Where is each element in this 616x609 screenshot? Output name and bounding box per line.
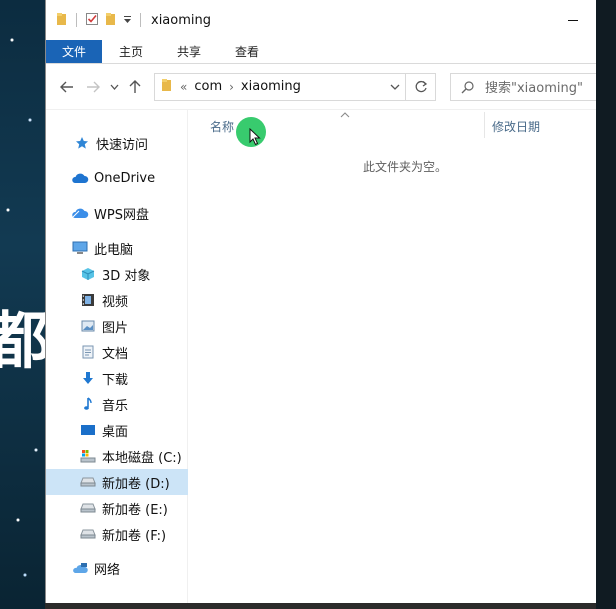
nav-item-label: 网络: [94, 562, 121, 578]
system-drive-icon: [79, 448, 97, 464]
forward-arrow-icon: [87, 81, 100, 92]
nav-item-documents[interactable]: 文档: [46, 339, 188, 365]
desktop-backdrop-right: [596, 0, 616, 609]
column-header-name[interactable]: 名称: [210, 118, 234, 135]
nav-item-label: 桌面: [102, 424, 129, 440]
window-bottom-edge: [45, 603, 596, 609]
title-bar: xiaoming: [46, 0, 596, 40]
nav-item-videos[interactable]: 视频: [46, 287, 188, 313]
refresh-icon: [415, 80, 427, 92]
folder-icon: [161, 78, 173, 96]
recent-locations-button[interactable]: [106, 74, 122, 100]
toolbar-separator: [76, 13, 77, 27]
nav-item-label: 文档: [102, 346, 129, 362]
nav-item-label: 快速访问: [96, 137, 149, 153]
nav-item-music[interactable]: 音乐: [46, 391, 188, 417]
computer-icon: [71, 240, 89, 256]
breadcrumb-overflow[interactable]: «: [180, 80, 187, 94]
nav-item-drive-d[interactable]: 新加卷 (D:): [46, 469, 188, 495]
explorer-body: 快速访问 OneDrive WPS网盘 此电脑 3D 对象 视频 图片 文档 下…: [46, 110, 596, 603]
file-explorer-window: xiaoming 文件 主页 共享 查看 « com › xiaoming 搜索…: [45, 0, 596, 603]
mouse-cursor-icon: [249, 128, 261, 146]
search-placeholder: 搜索"xiaoming": [485, 81, 583, 96]
column-header-date-modified[interactable]: 修改日期: [492, 118, 540, 135]
chevron-down-icon: [110, 84, 118, 90]
minimize-button[interactable]: [550, 0, 596, 40]
file-list-pane[interactable]: 名称 修改日期 此文件夹为空。: [188, 110, 596, 603]
breadcrumb-item[interactable]: com: [194, 79, 222, 94]
tab-share[interactable]: 共享: [160, 40, 218, 63]
chevron-right-icon[interactable]: ›: [229, 80, 234, 94]
nav-item-label: 3D 对象: [102, 268, 151, 284]
nav-item-label: 新加卷 (F:): [102, 528, 167, 544]
new-folder-icon[interactable]: [105, 12, 117, 29]
search-icon: [461, 80, 474, 93]
nav-item-label: OneDrive: [94, 170, 156, 186]
tab-home[interactable]: 主页: [102, 40, 160, 63]
nav-item-label: 新加卷 (D:): [102, 476, 170, 492]
sort-ascending-icon: [340, 108, 350, 121]
address-row: « com › xiaoming 搜索"xiaoming": [46, 64, 596, 110]
picture-icon: [79, 318, 97, 334]
film-icon: [79, 292, 97, 308]
nav-item-onedrive[interactable]: OneDrive: [46, 165, 188, 191]
address-dropdown-button[interactable]: [385, 80, 405, 93]
back-arrow-icon: [60, 81, 73, 92]
nav-item-wps-cloud[interactable]: WPS网盘: [46, 200, 188, 226]
nav-item-label: 新加卷 (E:): [102, 502, 168, 518]
back-button[interactable]: [54, 74, 80, 100]
background-overlay-text: 都: [0, 304, 51, 377]
star-icon: [73, 135, 91, 151]
properties-check-icon[interactable]: [85, 12, 99, 29]
drive-icon: [79, 500, 97, 516]
nav-item-label: 此电脑: [94, 242, 134, 258]
tab-file[interactable]: 文件: [46, 40, 103, 63]
nav-item-label: 音乐: [102, 398, 129, 414]
tab-view[interactable]: 查看: [218, 40, 276, 63]
nav-item-label: 本地磁盘 (C:): [102, 450, 182, 466]
desktop-icon: [79, 422, 97, 438]
drive-icon: [79, 474, 97, 490]
network-icon: [71, 560, 89, 576]
chevron-down-icon: [390, 84, 400, 90]
ribbon-tabs: 文件 主页 共享 查看: [46, 40, 596, 64]
nav-item-drive-c[interactable]: 本地磁盘 (C:): [46, 443, 188, 469]
refresh-button[interactable]: [406, 72, 436, 101]
download-arrow-icon: [79, 370, 97, 386]
up-button[interactable]: [122, 74, 148, 100]
document-icon: [79, 344, 97, 360]
nav-item-desktop[interactable]: 桌面: [46, 417, 188, 443]
nav-item-drive-f[interactable]: 新加卷 (F:): [46, 521, 188, 547]
breadcrumb-item[interactable]: xiaoming: [241, 79, 301, 94]
nav-item-label: 下载: [102, 372, 129, 388]
nav-item-quick-access[interactable]: 快速访问: [46, 130, 188, 156]
folder-icon: [56, 12, 68, 29]
empty-folder-message: 此文件夹为空。: [362, 160, 447, 174]
cube-3d-icon: [79, 266, 97, 282]
navigation-pane: 快速访问 OneDrive WPS网盘 此电脑 3D 对象 视频 图片 文档 下…: [46, 110, 188, 603]
column-divider[interactable]: [484, 112, 485, 138]
music-note-icon: [79, 396, 97, 412]
nav-item-pictures[interactable]: 图片: [46, 313, 188, 339]
nav-item-network[interactable]: 网络: [46, 555, 188, 581]
up-arrow-icon: [129, 79, 141, 93]
quick-access-toolbar: [56, 12, 143, 29]
wps-cloud-icon: [71, 205, 89, 221]
forward-button[interactable]: [80, 74, 106, 100]
nav-item-drive-e[interactable]: 新加卷 (E:): [46, 495, 188, 521]
nav-item-downloads[interactable]: 下载: [46, 365, 188, 391]
nav-item-label: 视频: [102, 294, 129, 310]
drive-icon: [79, 526, 97, 542]
window-title: xiaoming: [151, 12, 211, 28]
minimize-icon: [568, 19, 578, 21]
nav-item-this-pc[interactable]: 此电脑: [46, 235, 188, 261]
customize-dropdown-icon[interactable]: [123, 13, 132, 27]
cloud-icon: [71, 170, 89, 186]
address-bar[interactable]: « com › xiaoming: [154, 72, 406, 101]
nav-item-label: WPS网盘: [94, 207, 149, 223]
toolbar-separator: [140, 13, 141, 27]
nav-item-label: 图片: [102, 320, 129, 336]
nav-item-3d-objects[interactable]: 3D 对象: [46, 261, 188, 287]
search-box[interactable]: 搜索"xiaoming": [450, 72, 596, 101]
